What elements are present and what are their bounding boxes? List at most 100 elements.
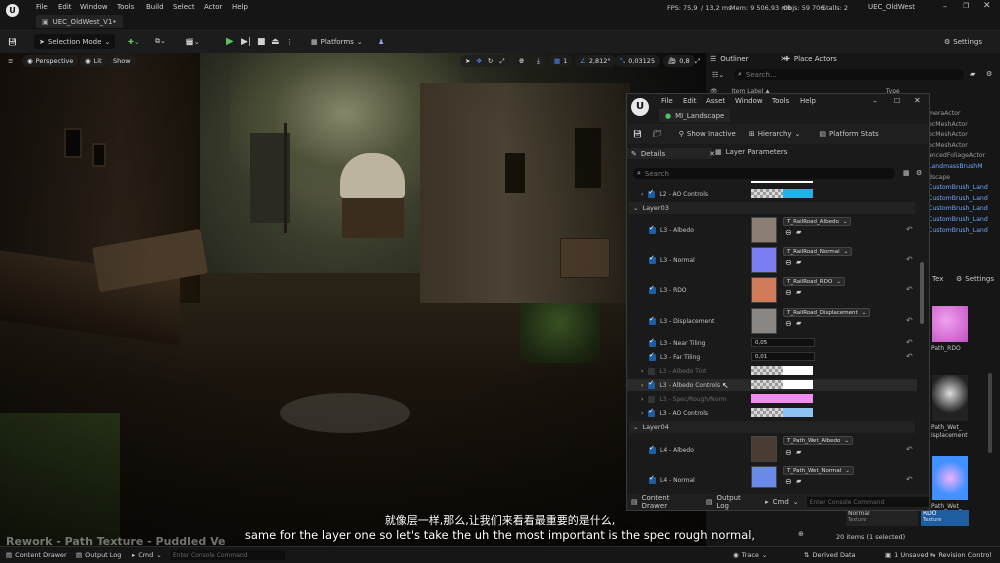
rotate-icon[interactable]: ↻ [488,57,493,65]
reset-icon[interactable]: ↶ [906,352,913,361]
viewport-menu-icon[interactable]: ≡ [3,55,18,67]
l3-normal-dropdown[interactable]: T_RailRoad_Normal ⌄ [783,247,853,256]
l3-albedo-dropdown[interactable]: T_RailRoad_Albedo ⌄ [783,217,852,226]
mat-content-drawer[interactable]: Content Drawer [642,494,694,510]
l3-spec-checkbox[interactable] [648,395,656,403]
mat-menu-tools[interactable]: Tools [772,97,789,105]
menu-file[interactable]: File [36,3,48,11]
eject-icon[interactable]: ⏏ [271,34,280,49]
settings-icon[interactable]: ⚙ [986,70,992,78]
l3-ao-color[interactable] [751,408,813,417]
derived-data-button[interactable]: ⇅ Derived Data [804,551,856,559]
trace-button[interactable]: ◉ Trace ⌄ [733,551,767,559]
mat-menu-file[interactable]: File [661,97,673,105]
reset-icon[interactable]: ↶ [906,338,913,347]
select-icon[interactable]: ➤ [465,57,470,65]
unsaved-button[interactable]: ▣ 1 Unsaved [885,551,929,559]
l2-ao-checkbox[interactable] [648,188,656,198]
outliner-search[interactable]: ⌕ Search... [734,69,964,80]
unreal-logo-icon[interactable]: U [6,4,19,17]
mat-console-input[interactable]: Enter Console Command [806,497,929,507]
layer04-header[interactable]: ⌄ Layer04 [629,421,915,433]
perspective-button[interactable]: ◉ Perspective [22,55,79,67]
texture-thumb-wet[interactable] [932,456,968,500]
output-log-icon[interactable]: ▤ [706,498,713,506]
level-tab[interactable]: ▣ UEC_OldWest_V1• [36,15,123,28]
outliner-row[interactable]: CustomBrush_Land [928,205,1000,216]
rotate-snap-button[interactable]: ∠ 2,812° [575,55,616,67]
close-icon[interactable]: ✕ [983,1,991,11]
reset-icon[interactable]: ↶ [906,255,913,264]
outliner-row[interactable]: ancedFoliageActor [928,152,1000,163]
l3-albedo-thumb[interactable] [751,217,777,243]
menu-window[interactable]: Window [80,3,108,11]
l3-tint-color[interactable] [751,366,813,375]
expand-icon[interactable]: › [641,382,643,389]
outliner-row[interactable]: dscape [928,174,1000,185]
platforms-button[interactable]: ▦ Platforms ⌄ [311,34,363,49]
world-space-icon[interactable]: 🌐︎ [514,55,530,67]
outliner-row[interactable]: CustomBrush_Land [928,195,1000,206]
reset-icon[interactable]: ↶ [906,475,913,484]
browse-icon[interactable]: 📁︎ [653,130,662,138]
layer-params-tab[interactable]: ▦ Layer Parameters [715,148,787,156]
l3-rdo-thumb[interactable] [751,277,777,303]
stop-icon[interactable]: ■ [257,34,266,49]
browse-icon[interactable]: ▰ [796,448,801,456]
output-log-button[interactable]: ▤ Output Log [76,551,121,559]
maximize-icon[interactable]: ❐ [963,2,969,10]
l4-albedo-dropdown[interactable]: T_Path_Wet_Albedo ⌄ [783,436,853,445]
l3-disp-thumb[interactable] [751,308,777,334]
show-inactive-button[interactable]: ⚲ Show Inactive [679,130,736,138]
close-icon[interactable]: ✕ [914,96,921,105]
level-viewport[interactable] [0,53,706,546]
expand-icon[interactable]: › [641,368,643,375]
revision-control-button[interactable]: ⇆ Revision Control [930,551,991,559]
reset-icon[interactable]: ↶ [906,445,913,454]
l3-albedo-checkbox[interactable] [649,224,656,234]
console-input[interactable]: Enter Console Command [170,550,285,560]
outliner-row[interactable]: ocMeshActor [928,131,1000,142]
use-selected-icon[interactable]: ⊖ [785,319,792,328]
content-drawer-icon[interactable]: ▤ [631,498,638,506]
use-selected-icon[interactable]: ⊖ [785,288,792,297]
browse-icon[interactable]: ▰ [796,477,801,485]
hierarchy-button[interactable]: ⊞ Hierarchy ⌄ [749,130,801,138]
cinematics-icon[interactable]: 🎬︎⌄ [185,34,200,49]
transform-tools[interactable]: ➤ ✥ ↻ ⤢ [460,55,510,67]
l3-ao-checkbox[interactable] [648,407,656,417]
l3-normal-checkbox[interactable] [649,254,656,264]
play-options-icon[interactable]: ⋮ [286,34,293,49]
surface-snap-icon[interactable]: ⤓ [532,55,545,67]
use-selected-icon[interactable]: ⊖ [785,477,792,486]
grid-snap-button[interactable]: ▦ 1 [549,55,573,67]
outliner-tab[interactable]: ☰ Outliner ✕ [710,55,786,63]
l3-albedo-ctrl-checkbox[interactable] [648,379,656,389]
details-search[interactable]: ⌕ Search [633,168,895,179]
l4-normal-checkbox[interactable] [649,474,656,484]
menu-build[interactable]: Build [146,3,164,11]
mat-menu-asset[interactable]: Asset [706,97,725,105]
mat-menu-help[interactable]: Help [800,97,816,105]
l4-normal-thumb[interactable] [751,466,777,488]
l4-albedo-checkbox[interactable] [649,444,656,454]
l4-albedo-thumb[interactable] [751,436,777,462]
settings-icon[interactable]: ⚙ [916,169,922,177]
step-icon[interactable]: ▶| [241,34,251,49]
save-icon[interactable]: 💾︎ [633,130,642,138]
outliner-row[interactable]: LandmassBrushM [928,163,1000,174]
outliner-row[interactable]: CustomBrush_Land [928,216,1000,227]
l3-normal-thumb[interactable] [751,247,777,273]
mat-menu-edit[interactable]: Edit [683,97,697,105]
play-icon[interactable]: ▶ [226,34,234,49]
menu-tools[interactable]: Tools [117,3,134,11]
browse-icon[interactable]: ▰ [796,288,801,296]
use-selected-icon[interactable]: ⊖ [785,258,792,267]
browse-icon[interactable]: ▰ [796,319,801,327]
menu-actor[interactable]: Actor [204,3,222,11]
texture-thumb-rdo[interactable] [932,306,968,342]
l3-far-input[interactable]: 0,01 [751,352,815,361]
l3-far-checkbox[interactable] [649,351,656,361]
reset-icon[interactable]: ↶ [906,285,913,294]
browse-icon[interactable]: ▰ [796,228,801,236]
